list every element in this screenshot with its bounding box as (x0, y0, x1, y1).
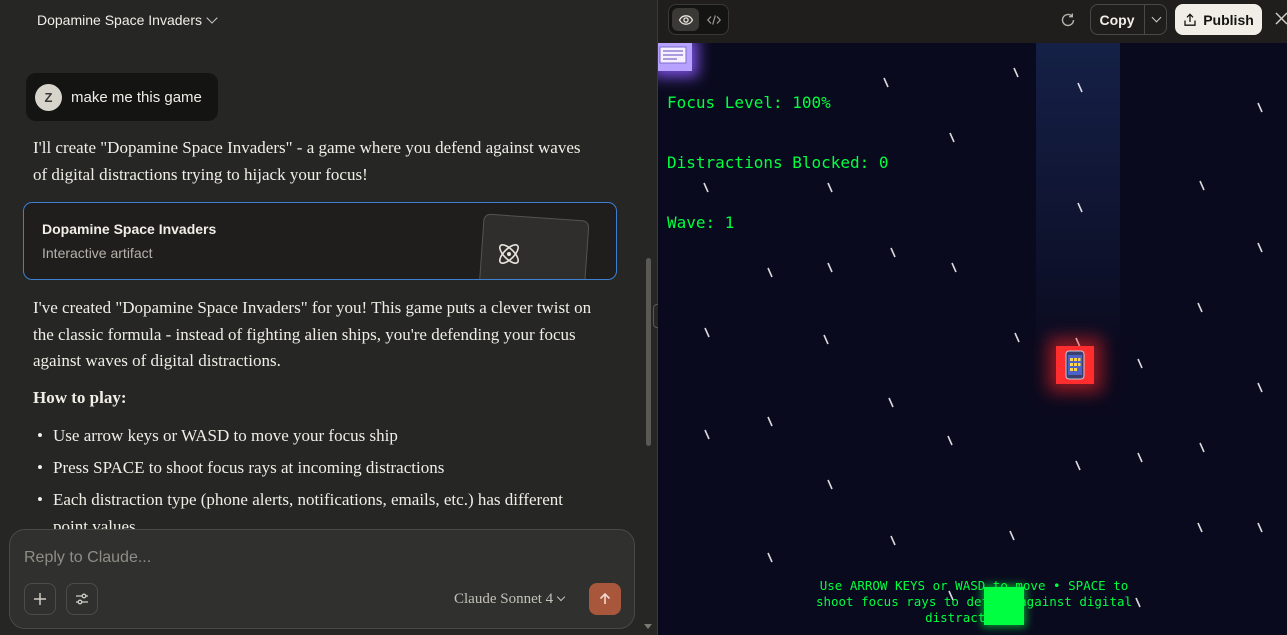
focus-level-readout: Focus Level: 100% (667, 93, 831, 112)
star-streak (1009, 530, 1015, 541)
list-item: Use arrow keys or WASD to move your focu… (33, 423, 593, 450)
share-icon (1184, 12, 1196, 26)
model-selector[interactable]: Claude Sonnet 4 (454, 588, 566, 610)
code-tab[interactable] (700, 8, 727, 31)
star-streak (1199, 442, 1205, 453)
chevron-down-icon (1151, 12, 1161, 23)
star-streak (704, 327, 710, 338)
star-streak (1199, 180, 1205, 191)
phone-distraction-enemy (1056, 346, 1094, 384)
star-streak (1197, 302, 1203, 313)
artifact-card[interactable]: Dopamine Space Invaders Interactive arti… (23, 202, 617, 280)
game-hud: Focus Level: 100% Distractions Blocked: … (667, 53, 889, 273)
player-focus-ship (984, 587, 1024, 625)
distractions-blocked-readout: Distractions Blocked: 0 (667, 153, 889, 172)
star-streak (767, 552, 773, 563)
scroll-down-arrow-icon[interactable] (644, 624, 652, 629)
star-streak (949, 132, 955, 143)
star-streak (827, 479, 833, 490)
code-icon (706, 14, 721, 25)
star-streak (1257, 522, 1263, 533)
assistant-intro-text: I'll create "Dopamine Space Invaders" - … (33, 138, 581, 184)
star-streak (1257, 382, 1263, 393)
reply-composer: Claude Sonnet 4 (9, 529, 635, 629)
chevron-down-icon (206, 11, 218, 24)
star-streak (1013, 67, 1019, 78)
artifact-toolbar: Copy Publish (658, 0, 1287, 42)
send-button[interactable] (589, 583, 621, 615)
artifact-title: Dopamine Space Invaders (42, 221, 217, 237)
phone-icon (1065, 350, 1085, 380)
tools-button[interactable] (66, 583, 98, 615)
artifact-subtitle: Interactive artifact (42, 245, 153, 261)
star-streak (767, 416, 773, 427)
star-streak (1197, 522, 1203, 533)
view-toggle (668, 4, 729, 35)
refresh-icon (1061, 13, 1075, 27)
user-message-text: make me this game (71, 88, 202, 106)
copy-button[interactable]: Copy (1091, 5, 1143, 34)
game-instructions: Use ARROW KEYS or WASD to move • SPACE t… (815, 578, 1133, 625)
star-streak (1075, 460, 1081, 471)
eye-icon (678, 14, 693, 25)
star-streak (890, 535, 896, 546)
star-streak (947, 435, 953, 446)
preview-tab[interactable] (672, 8, 699, 31)
close-icon (1275, 12, 1287, 25)
wave-readout: Wave: 1 (667, 213, 735, 232)
star-streak (1077, 202, 1083, 213)
game-canvas[interactable]: Focus Level: 100% Distractions Blocked: … (658, 43, 1287, 635)
chat-panel: Dopamine Space Invaders Z make me this g… (0, 0, 657, 635)
star-streak (1257, 242, 1263, 253)
refresh-button[interactable] (1054, 6, 1082, 34)
conversation-title: Dopamine Space Invaders (37, 12, 202, 28)
model-name: Claude Sonnet 4 (454, 590, 554, 607)
list-item: Press SPACE to shoot focus rays at incom… (33, 455, 593, 482)
atom-icon (499, 244, 519, 264)
star-streak (1014, 332, 1020, 343)
user-message: Z make me this game (26, 73, 218, 121)
arrow-up-icon (599, 592, 611, 604)
star-streak (1137, 452, 1143, 463)
avatar: Z (35, 83, 62, 111)
publish-label: Publish (1203, 11, 1254, 28)
star-streak (951, 262, 957, 273)
artifact-panel: Copy Publish Focus Level: 100% Distracti… (658, 0, 1287, 635)
chevron-down-icon (556, 592, 566, 602)
star-streak (823, 334, 829, 345)
how-to-play-list: Use arrow keys or WASD to move your focu… (33, 423, 593, 546)
sliders-icon (76, 593, 88, 605)
copy-options-dropdown[interactable] (1145, 5, 1167, 34)
star-streak (1257, 102, 1263, 113)
close-artifact-button[interactable] (1272, 9, 1287, 29)
conversation-title-dropdown[interactable]: Dopamine Space Invaders (37, 10, 218, 30)
copy-button-group: Copy (1090, 4, 1167, 35)
add-attachment-button[interactable] (24, 583, 56, 615)
star-streak (888, 397, 894, 408)
assistant-body-text: I've created "Dopamine Space Invaders" f… (33, 298, 592, 370)
star-streak (890, 247, 896, 258)
star-streak (704, 429, 710, 440)
publish-button[interactable]: Publish (1175, 4, 1262, 35)
chat-scrollbar-thumb[interactable] (646, 258, 651, 446)
star-streak (1077, 82, 1083, 93)
how-to-play-heading: How to play: (33, 388, 127, 407)
plus-icon (34, 593, 46, 605)
star-streak (1137, 358, 1143, 369)
reply-input[interactable] (24, 546, 614, 570)
